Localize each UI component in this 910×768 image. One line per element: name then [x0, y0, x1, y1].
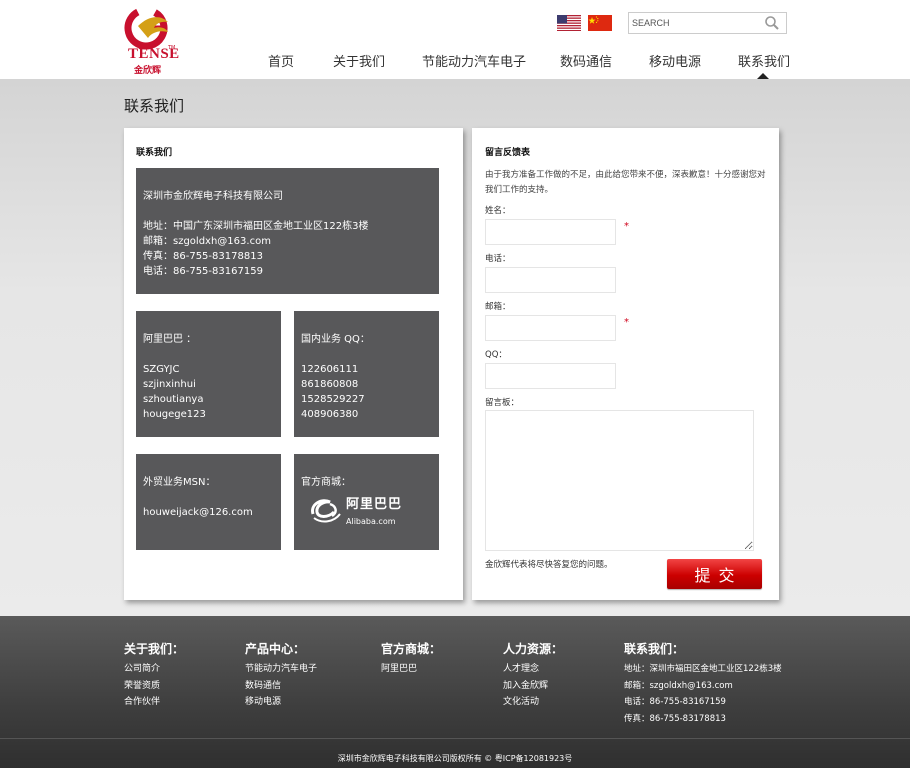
page-title: 联系我们: [124, 97, 185, 115]
brand-trademark: TM: [168, 45, 176, 51]
nav-item-about[interactable]: 关于我们: [333, 51, 385, 70]
footer-link-culture[interactable]: 文化活动: [503, 694, 563, 711]
footer-products-title: 产品中心：: [245, 642, 306, 656]
site-header: TENSE TM 金欣辉 首页 关于我们 节能动力汽车电子 数码通信 移动电源 …: [0, 0, 910, 79]
qq-number: 408906380: [301, 409, 359, 420]
company-name: 深圳市金欣辉电子科技有限公司: [143, 191, 283, 202]
alibaba-accounts-box: 阿里巴巴 ： SZGYJC szjinxinhui szhoutianya ho…: [136, 311, 281, 437]
company-phone: 电话：86-755-83167159: [143, 266, 263, 277]
qq-label: QQ：: [485, 350, 507, 360]
qq-number: 122606111: [301, 364, 359, 375]
message-textarea[interactable]: [485, 410, 754, 551]
footer-link-company-intro[interactable]: 公司简介: [124, 661, 184, 678]
company-email[interactable]: 邮箱：szgoldxh@163.com: [143, 234, 432, 249]
footer-store-column: 官方商城： 阿里巴巴: [381, 640, 441, 678]
phone-label: 电话：: [485, 254, 511, 264]
search-box: [628, 12, 787, 34]
form-heading: 留言反馈表: [485, 148, 531, 158]
us-flag-icon[interactable]: [557, 15, 581, 31]
search-icon[interactable]: [764, 15, 780, 31]
qq-number: 861860808: [301, 379, 359, 390]
site-footer: 关于我们： 公司简介 荣誉资质 合作伙伴 产品中心： 节能动力汽车电子 数码通信…: [0, 616, 910, 768]
footer-about-title: 关于我们：: [124, 642, 185, 656]
footer-link-partners[interactable]: 合作伙伴: [124, 694, 184, 711]
alibaba-id: szjinxinhui: [143, 379, 196, 390]
official-store-box: 官方商城： 阿里巴巴 Alibaba.com: [294, 454, 439, 550]
company-address: 地址：中国广东深圳市福田区金地工业区122栋3楼: [143, 221, 369, 232]
store-title: 官方商城：: [301, 477, 351, 488]
contact-info-panel: 联系我们 深圳市金欣辉电子科技有限公司 地址：中国广东深圳市福田区金地工业区12…: [124, 128, 463, 600]
alibaba-logo-cn: 阿里巴巴: [346, 497, 403, 512]
nav-item-power-bank[interactable]: 移动电源: [649, 51, 701, 70]
qq-number: 1528529227: [301, 394, 365, 405]
alibaba-title: 阿里巴巴 ：: [143, 334, 197, 345]
alibaba-smile-icon: [311, 499, 341, 523]
footer-phone: 电话：86-755-83167159: [624, 697, 726, 707]
alibaba-id: hougege123: [143, 409, 206, 420]
qq-accounts-box: 国内业务 QQ： 122606111 861860808 1528529227 …: [294, 311, 439, 437]
name-label: 姓名：: [485, 206, 511, 216]
footer-link-talent[interactable]: 人才理念: [503, 661, 563, 678]
message-label: 留言板：: [485, 398, 520, 408]
footer-store-title: 官方商城：: [381, 642, 442, 656]
phone-field[interactable]: [485, 267, 616, 293]
email-field[interactable]: [485, 315, 616, 341]
contact-panel-heading: 联系我们: [136, 148, 173, 158]
china-flag-icon[interactable]: [588, 15, 612, 31]
company-fax: 传真：86-755-83178813: [143, 251, 263, 262]
footer-products-column: 产品中心： 节能动力汽车电子 数码通信 移动电源: [245, 640, 317, 711]
submit-button[interactable]: 提交: [667, 559, 762, 589]
alibaba-id: szhoutianya: [143, 394, 204, 405]
alibaba-logo-en: Alibaba.com: [346, 517, 396, 526]
footer-link-auto-electronics[interactable]: 节能动力汽车电子: [245, 661, 317, 678]
footer-email: 邮箱：szgoldxh@163.com: [624, 680, 733, 691]
footer-link-join[interactable]: 加入金欣辉: [503, 678, 563, 695]
footer-address: 地址：深圳市福田区金地工业区122栋3楼: [624, 664, 782, 674]
search-input[interactable]: [629, 13, 759, 33]
footer-link-alibaba[interactable]: 阿里巴巴: [381, 661, 441, 678]
nav-item-home[interactable]: 首页: [268, 51, 294, 70]
form-note: 金欣辉代表将尽快答复您的问题。: [485, 560, 613, 570]
brand-logo-chinese: 金欣辉: [134, 66, 162, 76]
footer-link-digital-comm[interactable]: 数码通信: [245, 678, 317, 695]
footer-hr-column: 人力资源： 人才理念 加入金欣辉 文化活动: [503, 640, 563, 711]
footer-about-column: 关于我们： 公司简介 荣誉资质 合作伙伴: [124, 640, 184, 711]
msn-account-box: 外贸业务MSN： houweijack@126.com: [136, 454, 281, 550]
qq-field[interactable]: [485, 363, 616, 389]
form-intro-text: 由于我方准备工作做的不足，由此给您带来不便，深表歉意！十分感谢您对我们工作的支持…: [485, 170, 766, 195]
footer-fax: 传真：86-755-83178813: [624, 713, 726, 724]
feedback-form-panel: 留言反馈表 由于我方准备工作做的不足，由此给您带来不便，深表歉意！十分感谢您对我…: [472, 128, 779, 600]
alibaba-logo[interactable]: 阿里巴巴 Alibaba.com: [306, 494, 416, 526]
footer-hr-title: 人力资源：: [503, 642, 564, 656]
footer-contact-title: 联系我们：: [624, 642, 685, 656]
footer-contact-column: 联系我们： 地址：深圳市福田区金地工业区122栋3楼 邮箱：szgoldxh@1…: [624, 640, 782, 727]
nav-item-auto-electronics[interactable]: 节能动力汽车电子: [422, 51, 526, 70]
msn-title: 外贸业务MSN：: [143, 477, 216, 488]
footer-divider: [0, 738, 910, 739]
nav-item-digital-comm[interactable]: 数码通信: [560, 51, 612, 70]
email-label: 邮箱：: [485, 302, 511, 312]
footer-link-power-bank[interactable]: 移动电源: [245, 694, 317, 711]
alibaba-id: SZGYJC: [143, 364, 180, 375]
copyright-text: 深圳市金欣辉电子科技有限公司版权所有 © 粤ICP备12081923号: [337, 754, 573, 763]
footer-link-honors[interactable]: 荣誉资质: [124, 678, 184, 695]
qq-title: 国内业务 QQ：: [301, 334, 370, 345]
company-info-box: 深圳市金欣辉电子科技有限公司 地址：中国广东深圳市福田区金地工业区122栋3楼 …: [136, 168, 439, 294]
nav-item-contact[interactable]: 联系我们: [738, 51, 790, 70]
msn-account: houweijack@126.com: [143, 507, 253, 518]
email-required-mark: *: [624, 317, 629, 328]
name-field[interactable]: [485, 219, 616, 245]
name-required-mark: *: [624, 221, 629, 232]
